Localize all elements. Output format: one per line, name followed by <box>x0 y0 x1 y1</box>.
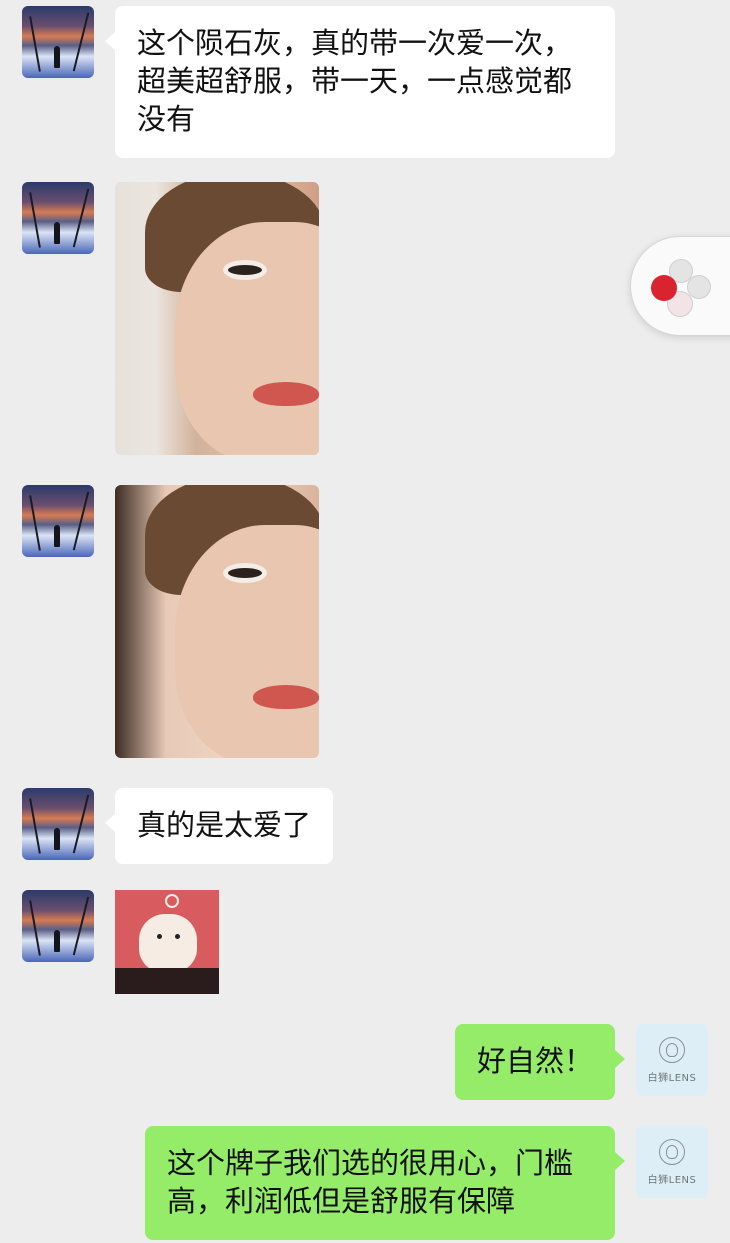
brand-name: 白狮LENS <box>647 1174 697 1186</box>
like-icon <box>651 275 677 301</box>
message-bubble-incoming[interactable]: 这个陨石灰，真的带一次爱一次，超美超舒服，带一天，一点感觉都没有 <box>105 6 615 158</box>
my-avatar[interactable]: 白狮LENS <box>636 1126 708 1198</box>
message-bubble-incoming[interactable]: 真的是太爱了 <box>104 788 334 864</box>
message-text: 真的是太爱了 <box>137 808 312 842</box>
contact-avatar[interactable] <box>22 182 94 254</box>
contact-avatar[interactable] <box>22 890 94 962</box>
message-text: 好自然！ <box>476 1044 593 1078</box>
floating-assistant-icon[interactable] <box>630 236 730 336</box>
message-text: 这个牌子我们选的很用心，门槛高，利润低但是舒服有保障 <box>167 1146 574 1218</box>
contact-avatar[interactable] <box>22 485 94 557</box>
my-avatar[interactable]: 白狮LENS <box>636 1024 708 1096</box>
lion-logo-icon <box>659 1138 685 1165</box>
lion-logo-icon <box>659 1036 685 1063</box>
brand-name: 白狮LENS <box>647 1072 697 1084</box>
message-text: 这个陨石灰，真的带一次爱一次，超美超舒服，带一天，一点感觉都没有 <box>137 26 573 136</box>
sticker-message[interactable] <box>115 890 219 994</box>
photo-message[interactable] <box>115 182 319 455</box>
contact-avatar[interactable] <box>22 6 94 78</box>
chat-window: 这个陨石灰，真的带一次爱一次，超美超舒服，带一天，一点感觉都没有 真的是太爱了 … <box>0 0 730 1243</box>
photo-message[interactable] <box>115 485 319 758</box>
message-bubble-outgoing[interactable]: 好自然！ <box>454 1024 626 1100</box>
message-bubble-outgoing[interactable]: 这个牌子我们选的很用心，门槛高，利润低但是舒服有保障 <box>145 1126 625 1240</box>
contact-avatar[interactable] <box>22 788 94 860</box>
